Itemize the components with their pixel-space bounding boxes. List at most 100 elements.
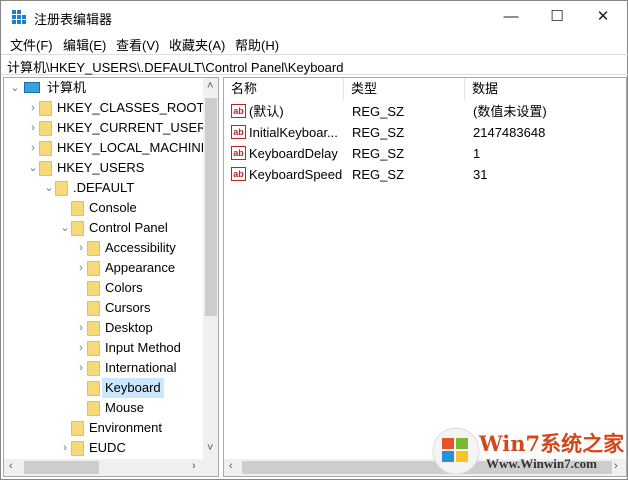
column-header-data[interactable]: 数据 (465, 78, 626, 100)
column-header-type[interactable]: 类型 (344, 78, 465, 100)
tree-item[interactable]: › EUDC (4, 438, 202, 458)
registry-tree: ⌄ 计算机 › HKEY_CLASSES_ROOT › HKEY_CURRENT_USER… (3, 77, 219, 477)
chevron-right-icon[interactable]: › (76, 238, 86, 258)
chevron-down-icon[interactable]: ⌄ (10, 78, 20, 98)
value-data: 2147483648 (473, 125, 546, 140)
watermark-url: Www.Winwin7.com (486, 456, 597, 471)
chevron-down-icon[interactable]: ⌄ (28, 158, 38, 178)
menu-edit[interactable]: 编辑(E) (63, 35, 106, 54)
chevron-right-icon[interactable]: › (60, 438, 70, 458)
tree-item-label: Colors (105, 280, 143, 295)
tree-item-label: Cursors (105, 300, 151, 315)
folder-icon (87, 341, 100, 356)
folder-icon (71, 441, 84, 456)
scroll-right-icon[interactable]: › (192, 460, 196, 472)
scrollbar-thumb[interactable] (205, 98, 217, 316)
chevron-down-icon[interactable]: ⌄ (44, 178, 54, 198)
chevron-right-icon[interactable]: › (76, 258, 86, 278)
watermark-brand: Win7系统之家 (479, 431, 625, 456)
folder-icon (71, 421, 84, 436)
folder-icon (87, 241, 100, 256)
folder-icon (87, 301, 100, 316)
scrollbar-thumb[interactable] (24, 461, 99, 474)
tree-item[interactable]: Cursors (4, 298, 202, 318)
maximize-button[interactable]: ☐ (534, 1, 580, 33)
folder-icon (87, 361, 100, 376)
folder-icon (71, 221, 84, 236)
value-row[interactable]: ab KeyboardSpeed REG_SZ 31 (224, 164, 626, 185)
title-bar: 注册表编辑器 — ☐ ✕ (1, 1, 628, 33)
folder-icon (39, 101, 52, 116)
tree-item-label: HKEY_LOCAL_MACHINE (57, 140, 210, 155)
menu-help[interactable]: 帮助(H) (235, 35, 279, 54)
values-list: 名称 类型 数据 ab (默认) REG_SZ (数值未设置) ab InitialKey… (223, 77, 627, 477)
chevron-right-icon[interactable]: › (76, 358, 86, 378)
folder-icon (87, 281, 100, 296)
minimize-button[interactable]: — (488, 1, 534, 33)
menu-view[interactable]: 查看(V) (116, 35, 159, 54)
tree-item-label: Console (89, 200, 137, 215)
scroll-down-icon[interactable]: ˅ (207, 442, 213, 454)
tree-item-label: 计算机 (47, 80, 87, 95)
chevron-right-icon[interactable]: › (76, 338, 86, 358)
tree-item-label: HKEY_CLASSES_ROOT (57, 100, 205, 115)
folder-icon (39, 141, 52, 156)
value-row[interactable]: ab KeyboardDelay REG_SZ 1 (224, 143, 626, 164)
tree-item[interactable]: Keyboard (4, 378, 202, 398)
menu-bar: 文件(F) 编辑(E) 查看(V) 收藏夹(A) 帮助(H) (1, 33, 628, 53)
value-name: KeyboardDelay (249, 146, 338, 161)
tree-item[interactable]: Colors (4, 278, 202, 298)
tree-item[interactable]: ⌄ HKEY_USERS (4, 158, 202, 178)
chevron-right-icon[interactable]: › (28, 138, 38, 158)
tree-item[interactable]: Mouse (4, 398, 202, 418)
chevron-right-icon[interactable]: › (28, 118, 38, 138)
address-bar[interactable]: 计算机\HKEY_USERS\.DEFAULT\Control Panel\Ke… (1, 54, 628, 75)
tree-item[interactable]: › Appearance (4, 258, 202, 278)
folder-icon (87, 381, 100, 396)
value-data: (数值未设置) (473, 104, 547, 119)
value-name: (默认) (249, 104, 284, 119)
scroll-up-icon[interactable]: ˄ (207, 80, 213, 92)
string-value-icon: ab (231, 125, 246, 139)
column-header-name[interactable]: 名称 (224, 78, 344, 100)
scroll-left-icon[interactable]: ‹ (9, 460, 13, 472)
tree-vertical-scrollbar[interactable]: ˄ ˅ (203, 78, 218, 460)
tree-item[interactable]: ⌄ 计算机 (4, 78, 202, 98)
scroll-left-icon[interactable]: ‹ (229, 460, 233, 472)
folder-icon (39, 121, 52, 136)
folder-icon (39, 161, 52, 176)
tree-item[interactable]: › Input Method (4, 338, 202, 358)
tree-item[interactable]: ⌄ Control Panel (4, 218, 202, 238)
tree-item[interactable]: › HKEY_CURRENT_USER (4, 118, 207, 138)
value-row[interactable]: ab InitialKeyboar... REG_SZ 2147483648 (224, 122, 626, 143)
value-row[interactable]: ab (默认) REG_SZ (数值未设置) (224, 101, 626, 122)
tree-item[interactable]: › Desktop (4, 318, 202, 338)
folder-icon (87, 261, 100, 276)
tree-item[interactable]: › HKEY_LOCAL_MACHINE (4, 138, 209, 158)
close-button[interactable]: ✕ (580, 1, 626, 33)
chevron-down-icon[interactable]: ⌄ (60, 218, 70, 238)
chevron-right-icon[interactable]: › (76, 318, 86, 338)
chevron-right-icon[interactable]: › (28, 98, 38, 118)
regedit-icon (12, 10, 27, 24)
value-type: REG_SZ (352, 125, 405, 140)
tree-item-label: Desktop (105, 320, 153, 335)
tree-item-label: Control Panel (89, 220, 168, 235)
folder-icon (55, 181, 68, 196)
tree-item-label: Appearance (105, 260, 176, 275)
tree-item-label: EUDC (89, 440, 126, 455)
menu-favorites[interactable]: 收藏夹(A) (169, 35, 225, 54)
tree-item[interactable]: › International (4, 358, 202, 378)
tree-item-label: HKEY_USERS (57, 160, 145, 175)
string-value-icon: ab (231, 104, 246, 118)
folder-icon (87, 321, 100, 336)
windows-logo-icon (432, 427, 480, 475)
tree-horizontal-scrollbar[interactable]: ‹ › (4, 459, 218, 476)
tree-item[interactable]: ⌄ .DEFAULT (4, 178, 202, 198)
tree-item[interactable]: Environment (4, 418, 202, 438)
tree-item[interactable]: Console (4, 198, 202, 218)
tree-item-label: Environment (89, 420, 162, 435)
menu-file[interactable]: 文件(F) (10, 35, 53, 54)
tree-item[interactable]: › Accessibility (4, 238, 202, 258)
tree-item[interactable]: › HKEY_CLASSES_ROOT (4, 98, 204, 118)
